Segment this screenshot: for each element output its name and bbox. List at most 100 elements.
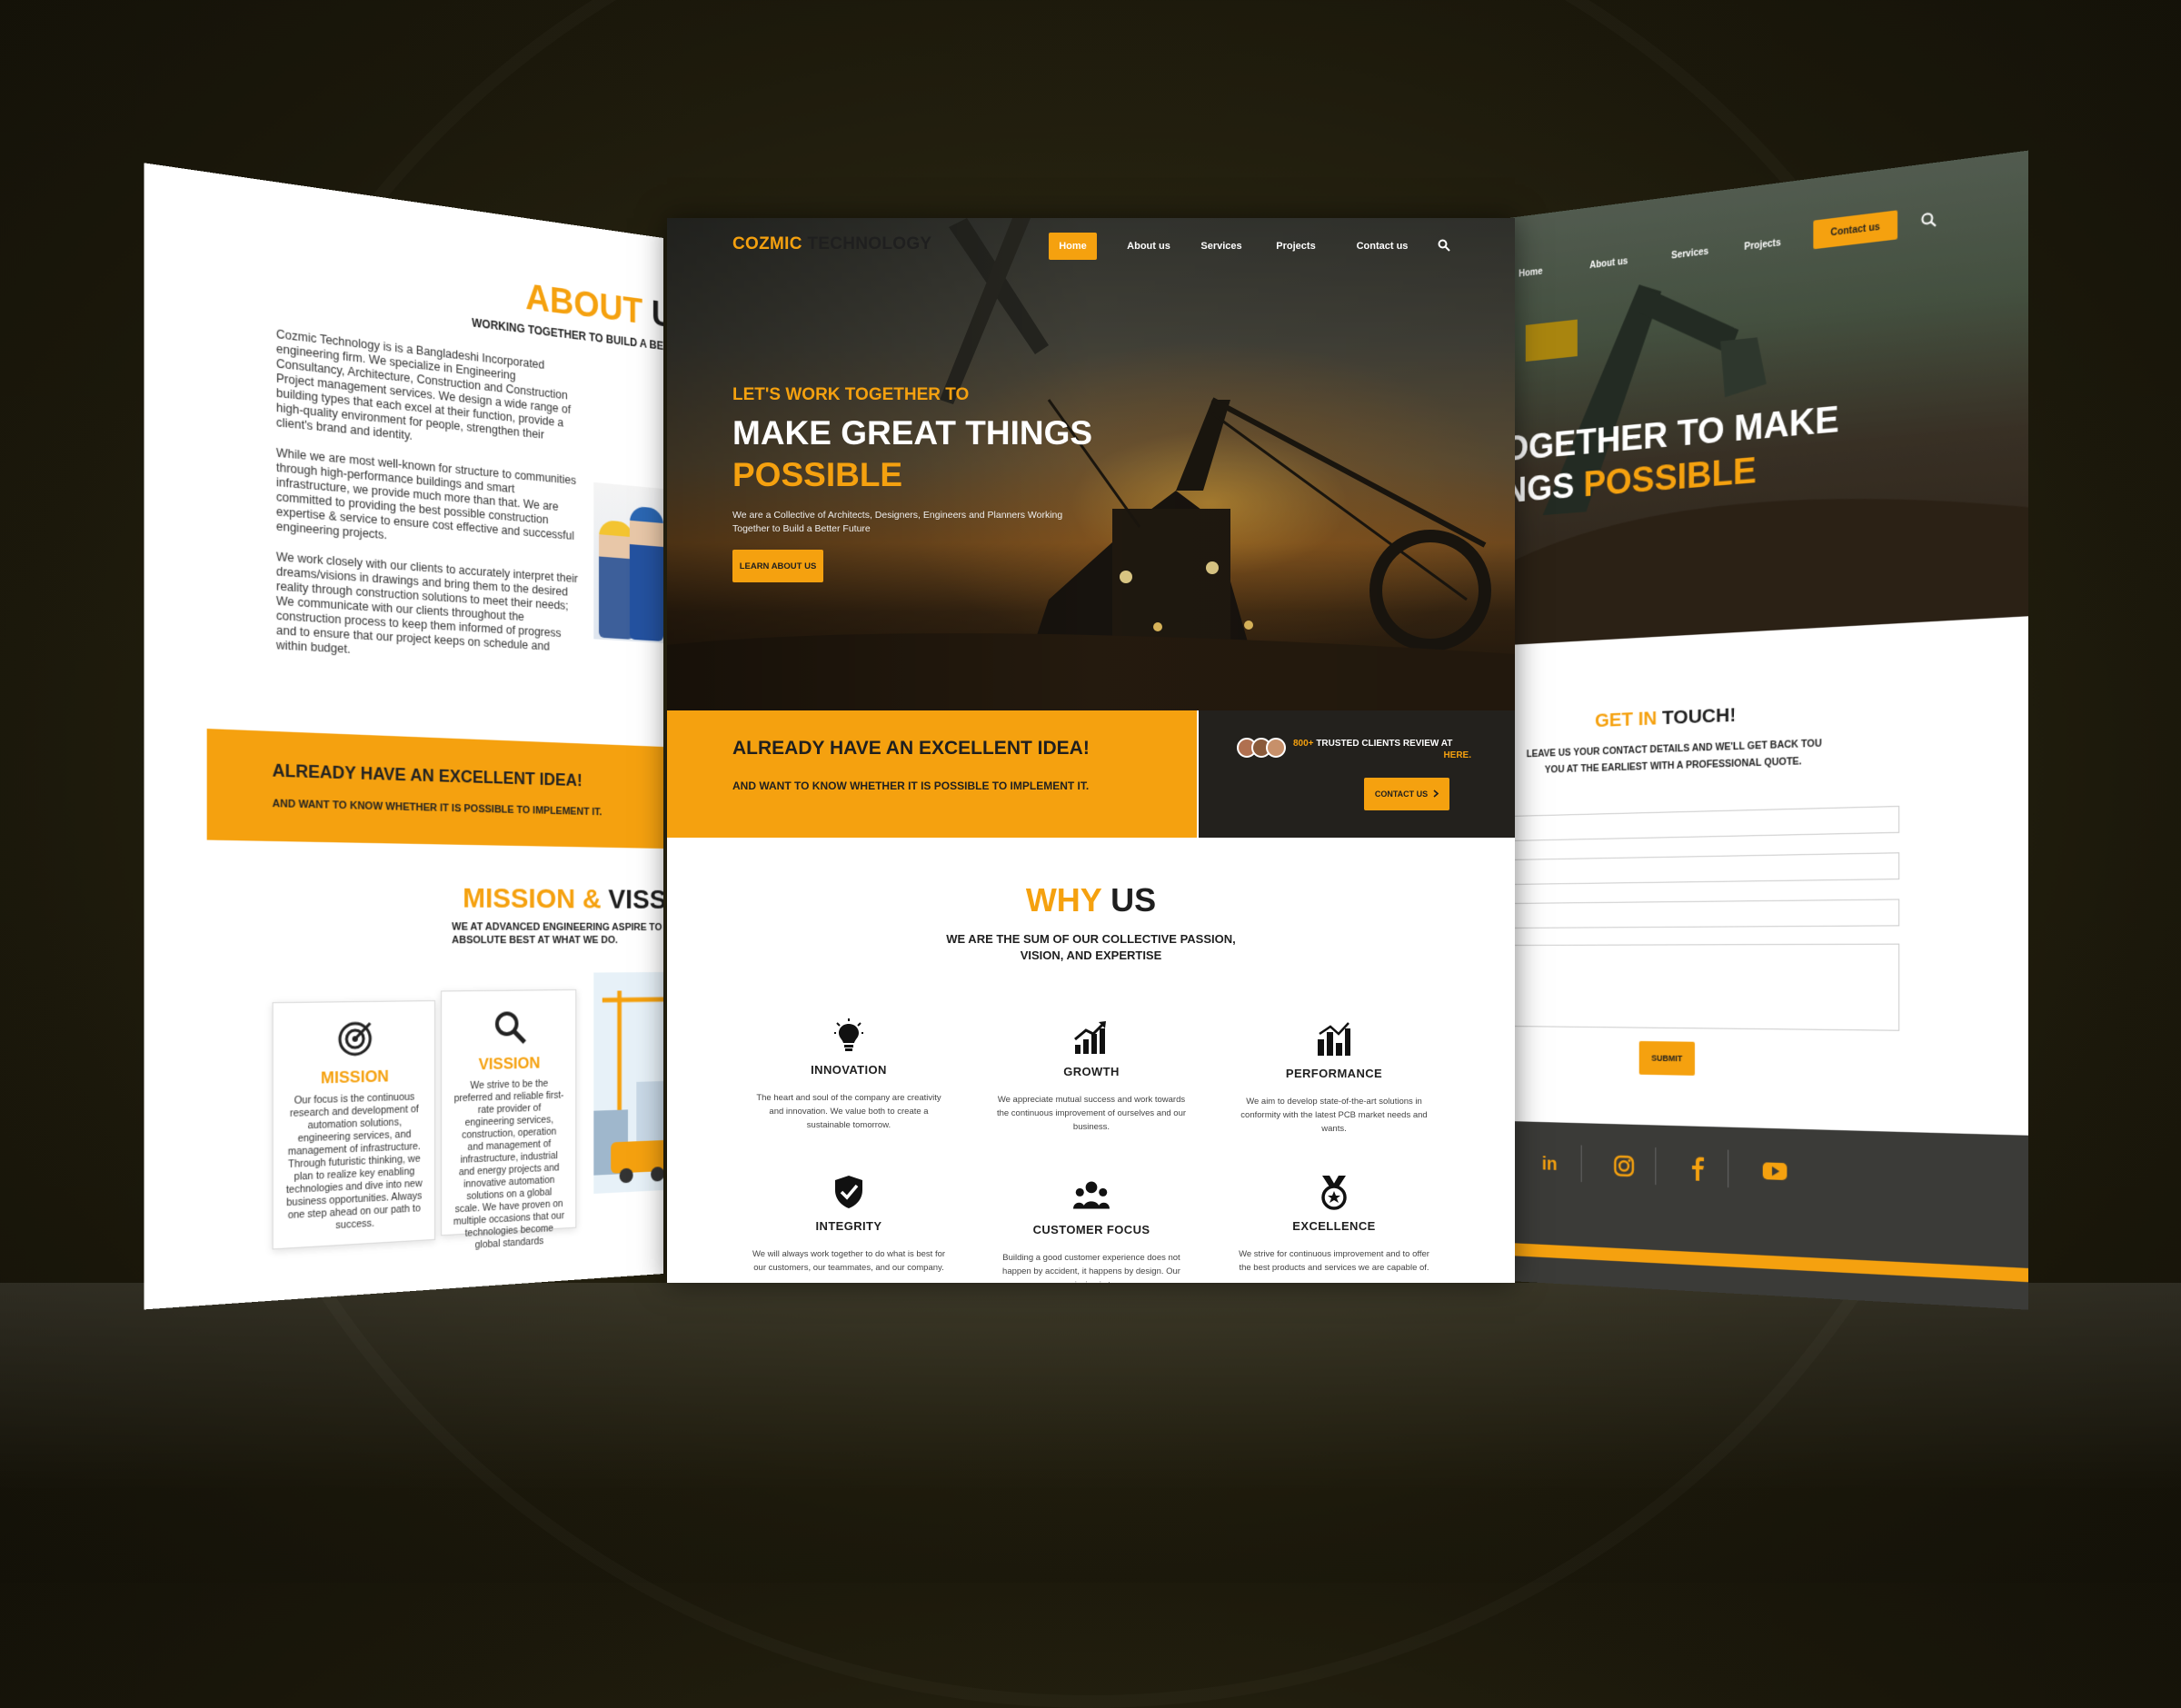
contact-page-preview: Home About us Services Projects Contact … (1509, 150, 2029, 1310)
contact-hero-image: Home About us Services Projects Contact … (1509, 150, 2029, 645)
feature-title: GROWTH (1063, 1065, 1120, 1078)
idea-cta-band: ALREADY HAVE AN EXCELLENT IDEA! AND WANT… (667, 710, 1197, 838)
shield-check-icon (831, 1174, 867, 1210)
contact-page: Home About us Services Projects Contact … (1509, 150, 2029, 1310)
hero-overlay (1509, 150, 2029, 645)
mission-card: MISSION Our focus is the continuous rese… (272, 1000, 436, 1250)
about-paragraph-3: We work closely with our clients to accu… (275, 550, 578, 657)
why-us-subtitle: WE ARE THE SUM OF OUR COLLECTIVE PASSION… (946, 932, 1236, 962)
mission-title-text: VISSI (608, 884, 664, 916)
chevron-right-icon (1433, 789, 1439, 799)
home-page: COZMIC TECHNOLOGY Home About us Services… (667, 218, 1515, 1283)
search-icon[interactable] (1438, 239, 1450, 256)
linkedin-icon[interactable]: in (1539, 1149, 1566, 1177)
name-field[interactable] (1509, 805, 1900, 841)
feature-excellence: EXCELLENCE We strive for continuous impr… (1225, 1174, 1443, 1275)
phone-field[interactable] (1509, 899, 1900, 928)
mission-card-text: Our focus is the continuous research and… (285, 1091, 423, 1232)
get-in-touch-subtitle: LEAVE US YOUR CONTACT DETAILS AND WE'LL … (1526, 738, 1822, 776)
social-divider (1655, 1147, 1657, 1186)
feature-title: INNOVATION (811, 1063, 887, 1077)
mission-title-accent: MISSION & (463, 882, 602, 915)
right-search-icon[interactable] (1921, 211, 1937, 233)
reviews-link[interactable]: HERE. (1443, 750, 1471, 760)
feature-text: The heart and soul of the company are cr… (756, 1093, 941, 1130)
workers-image (593, 482, 664, 646)
facebook-icon[interactable] (1684, 1154, 1711, 1183)
bar-chart-icon (1316, 1021, 1352, 1058)
left-idea-band: ALREADY HAVE AN EXCELLENT IDEA! AND WANT… (206, 729, 664, 850)
cta-subtitle: AND WANT TO KNOW WHETHER IT IS POSSIBLE … (732, 780, 1090, 792)
email-field[interactable] (1509, 852, 1900, 885)
nav-about-us[interactable]: About us (1117, 233, 1180, 260)
feature-integrity: INTEGRITY We will always work together t… (740, 1174, 958, 1275)
about-page: ABOUT US WORKING TOGETHER TO BUILD A BET… (144, 163, 664, 1310)
left-band-title: ALREADY HAVE AN EXCELLENT IDEA! (272, 760, 583, 790)
nav-contact-us[interactable]: Contact us (1350, 233, 1414, 260)
construction-illustration (593, 971, 664, 1194)
why-us-title: WHY US (667, 881, 1515, 919)
logo-text: TECHNOLOGY (807, 234, 932, 253)
medal-icon (1316, 1174, 1352, 1210)
logo[interactable]: COZMIC TECHNOLOGY (732, 234, 931, 254)
nav-home[interactable]: Home (1049, 233, 1097, 260)
about-paragraph-1: Cozmic Technology is is a Bangladeshi In… (275, 327, 571, 443)
target-icon (334, 1018, 376, 1061)
worker-figure (629, 505, 663, 641)
social-divider (1580, 1145, 1582, 1183)
reviews-panel: 800+ TRUSTED CLIENTS REVIEW AT HERE. CON… (1199, 710, 1515, 838)
hero-section: COZMIC TECHNOLOGY Home About us Services… (667, 218, 1515, 710)
why-title-accent: WHY (1025, 881, 1102, 919)
why-title-text: US (1110, 881, 1157, 919)
feature-innovation: INNOVATION The heart and soul of the com… (740, 1018, 958, 1132)
magnifier-icon (490, 1006, 529, 1048)
contact-us-button[interactable]: CONTACT US (1364, 778, 1449, 810)
get-in-touch-title: GET IN TOUCH! (1595, 704, 1736, 732)
about-title-text: US (651, 294, 664, 339)
feature-customer-focus: CUSTOMER FOCUS Building a good customer … (982, 1177, 1200, 1283)
feature-title: INTEGRITY (815, 1219, 882, 1233)
nav-services[interactable]: Services (1194, 233, 1249, 260)
mission-vision-title: MISSION & VISSI (463, 883, 663, 917)
reflection-floor (0, 1283, 2181, 1583)
feature-text: We will always work together to do what … (752, 1249, 946, 1273)
reviews-count: 800+ (1293, 739, 1314, 749)
lightbulb-icon (831, 1018, 867, 1054)
worker-figure (599, 519, 633, 640)
footer (1509, 1121, 2029, 1310)
instagram-icon[interactable] (1610, 1152, 1637, 1181)
svg-text:in: in (1542, 1154, 1558, 1175)
nav-projects[interactable]: Projects (1270, 233, 1321, 260)
client-avatars (1237, 738, 1286, 758)
feature-text: Building a good customer experience does… (1002, 1253, 1180, 1283)
about-title-accent: ABOUT (525, 277, 642, 333)
youtube-icon[interactable] (1761, 1157, 1789, 1186)
feature-text: We aim to develop state-of-the-art solut… (1240, 1097, 1428, 1134)
about-paragraph-2: While we are most well-known for structu… (275, 445, 577, 543)
hero-headline: MAKE GREAT THINGS POSSIBLE (732, 412, 1092, 496)
hero-headline-accent: POSSIBLE (732, 456, 903, 493)
about-page-preview: ABOUT US WORKING TOGETHER TO BUILD A BET… (144, 163, 664, 1310)
avatar (1266, 738, 1286, 758)
contact-us-label: CONTACT US (1374, 789, 1429, 799)
touch-title-text: TOUCH! (1662, 704, 1737, 730)
feature-growth: GROWTH We appreciate mutual success and … (982, 1019, 1200, 1134)
feature-title: EXCELLENCE (1292, 1219, 1376, 1233)
learn-about-us-button[interactable]: LEARN ABOUT US (732, 550, 823, 582)
growth-chart-icon (1073, 1019, 1110, 1056)
submit-button[interactable]: SUBMIT (1638, 1040, 1696, 1076)
feature-title: CUSTOMER FOCUS (1032, 1223, 1150, 1236)
feature-text: We appreciate mutual success and work to… (996, 1095, 1187, 1132)
people-icon (1073, 1177, 1110, 1214)
vision-card: VISSION We strive to be the preferred an… (441, 988, 577, 1251)
feature-text: We strive for continuous improvement and… (1239, 1249, 1429, 1273)
right-headline-line2: NGS (1509, 466, 1575, 511)
mission-subtitle: WE AT ADVANCED ENGINEERING ASPIRE TO ABS… (452, 921, 662, 947)
feature-title: PERFORMANCE (1285, 1067, 1383, 1080)
logo-accent: COZMIC (732, 234, 802, 253)
reviews-label: TRUSTED CLIENTS REVIEW AT (1316, 739, 1453, 749)
reviews-text: 800+ TRUSTED CLIENTS REVIEW AT HERE. (1293, 738, 1484, 761)
about-text: Cozmic Technology is is a Bangladeshi In… (276, 327, 580, 684)
message-field[interactable] (1509, 943, 1900, 1031)
cta-title: ALREADY HAVE AN EXCELLENT IDEA! (732, 738, 1090, 759)
